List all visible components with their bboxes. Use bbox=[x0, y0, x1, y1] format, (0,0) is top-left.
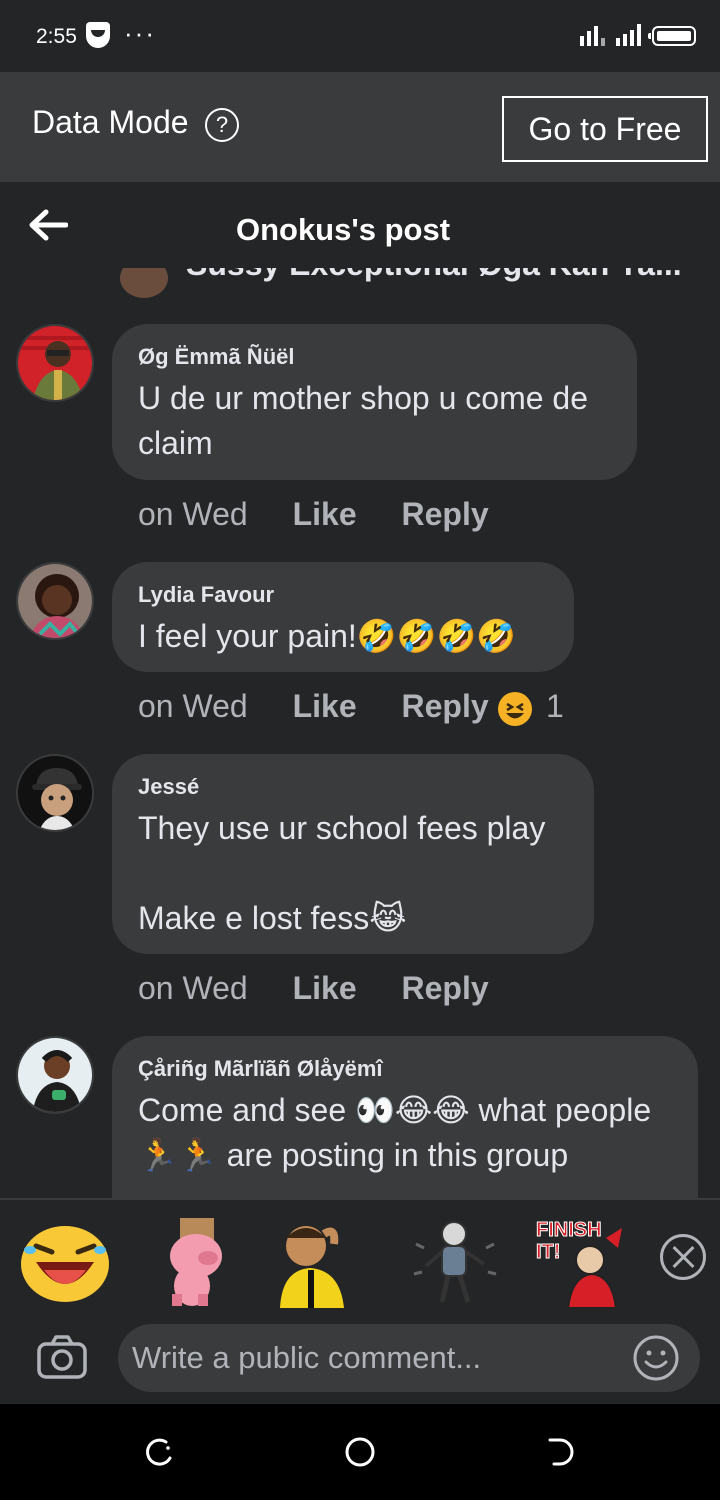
reply-button[interactable]: Reply bbox=[402, 496, 489, 533]
haha-reaction-icon[interactable] bbox=[498, 692, 532, 726]
avatar[interactable] bbox=[16, 1036, 94, 1114]
comments-feed[interactable]: Sussy Exceptional Øga Kan Ya... Øg Ëmmã … bbox=[0, 268, 720, 1198]
more-notifications-icon: ··· bbox=[124, 18, 156, 48]
svg-text:FINISH: FINISH bbox=[536, 1219, 602, 1241]
finish-it-sticker[interactable]: FINISH IT! bbox=[532, 1214, 626, 1308]
referee-sticker[interactable] bbox=[270, 1214, 364, 1308]
comment-bubble[interactable]: Çåriñg Mãrlïãñ Ølåyëmî Come and see 👀😂😂 … bbox=[112, 1036, 698, 1198]
avatar[interactable] bbox=[16, 754, 94, 832]
camera-icon[interactable] bbox=[36, 1334, 88, 1380]
comment-bubble[interactable]: Lydia Favour I feel your pain!🤣🤣🤣🤣 bbox=[112, 562, 574, 672]
comment-author[interactable]: Lydia Favour bbox=[138, 582, 548, 608]
go-to-free-button[interactable]: Go to Free bbox=[502, 96, 708, 162]
battery-icon bbox=[648, 26, 696, 46]
comment-text: U de ur mother shop u come de claim bbox=[138, 380, 589, 461]
reaction-count[interactable]: 1 bbox=[546, 688, 564, 725]
comment-author[interactable]: Jessé bbox=[138, 774, 568, 800]
back-nav-icon[interactable] bbox=[544, 1436, 576, 1468]
comment-time[interactable]: on Wed bbox=[138, 688, 248, 725]
svg-text:IT!: IT! bbox=[536, 1241, 560, 1263]
like-button[interactable]: Like bbox=[293, 970, 357, 1007]
comment-time[interactable]: on Wed bbox=[138, 970, 248, 1007]
comment-author[interactable]: Øg Ëmmã Ñüël bbox=[138, 344, 611, 370]
comment-actions: on Wed Like Reply bbox=[138, 970, 525, 1007]
avatar[interactable] bbox=[16, 324, 94, 402]
comment-bubble[interactable]: Jessé They use ur school fees play Make … bbox=[112, 754, 594, 954]
comment-author[interactable]: Çåriñg Mãrlïãñ Ølåyëmî bbox=[138, 1056, 672, 1082]
data-mode-title: Data Mode bbox=[32, 104, 189, 140]
reply-button[interactable]: Reply bbox=[402, 688, 489, 725]
home-icon[interactable] bbox=[344, 1436, 376, 1468]
avatar[interactable] bbox=[16, 562, 94, 640]
help-icon[interactable]: ? bbox=[205, 108, 239, 142]
emoji-icon[interactable] bbox=[632, 1334, 680, 1382]
page-title: Onokus's post bbox=[235, 212, 451, 247]
like-button[interactable]: Like bbox=[293, 496, 357, 533]
close-stickers-icon[interactable] bbox=[660, 1234, 706, 1280]
comment-bubble[interactable]: Øg Ëmmã Ñüël U de ur mother shop u come … bbox=[112, 324, 637, 480]
comment-actions: on Wed Like Reply bbox=[138, 688, 525, 725]
comment-text: Come and see 👀😂😂 what people 🏃🏃 are post… bbox=[138, 1092, 652, 1173]
laughing-face-sticker[interactable] bbox=[18, 1214, 112, 1308]
like-button[interactable]: Like bbox=[293, 688, 357, 725]
pig-sticker[interactable] bbox=[150, 1214, 244, 1308]
comment-time[interactable]: on Wed bbox=[138, 496, 248, 533]
signal-icon bbox=[580, 24, 644, 46]
recent-apps-icon[interactable] bbox=[144, 1436, 176, 1468]
dancing-man-sticker[interactable] bbox=[408, 1214, 502, 1308]
comment-actions: on Wed Like Reply bbox=[138, 496, 525, 533]
comment-text: They use ur school fees play Make e lost… bbox=[138, 810, 546, 936]
comment-text: I feel your pain!🤣🤣🤣🤣 bbox=[138, 618, 517, 654]
reply-button[interactable]: Reply bbox=[402, 970, 489, 1007]
status-time: 2:55 bbox=[36, 25, 77, 48]
shield-icon bbox=[86, 22, 110, 48]
comment-input[interactable] bbox=[118, 1324, 700, 1392]
clipped-comment-author[interactable]: Sussy Exceptional Øga Kan Ya... bbox=[120, 268, 682, 283]
